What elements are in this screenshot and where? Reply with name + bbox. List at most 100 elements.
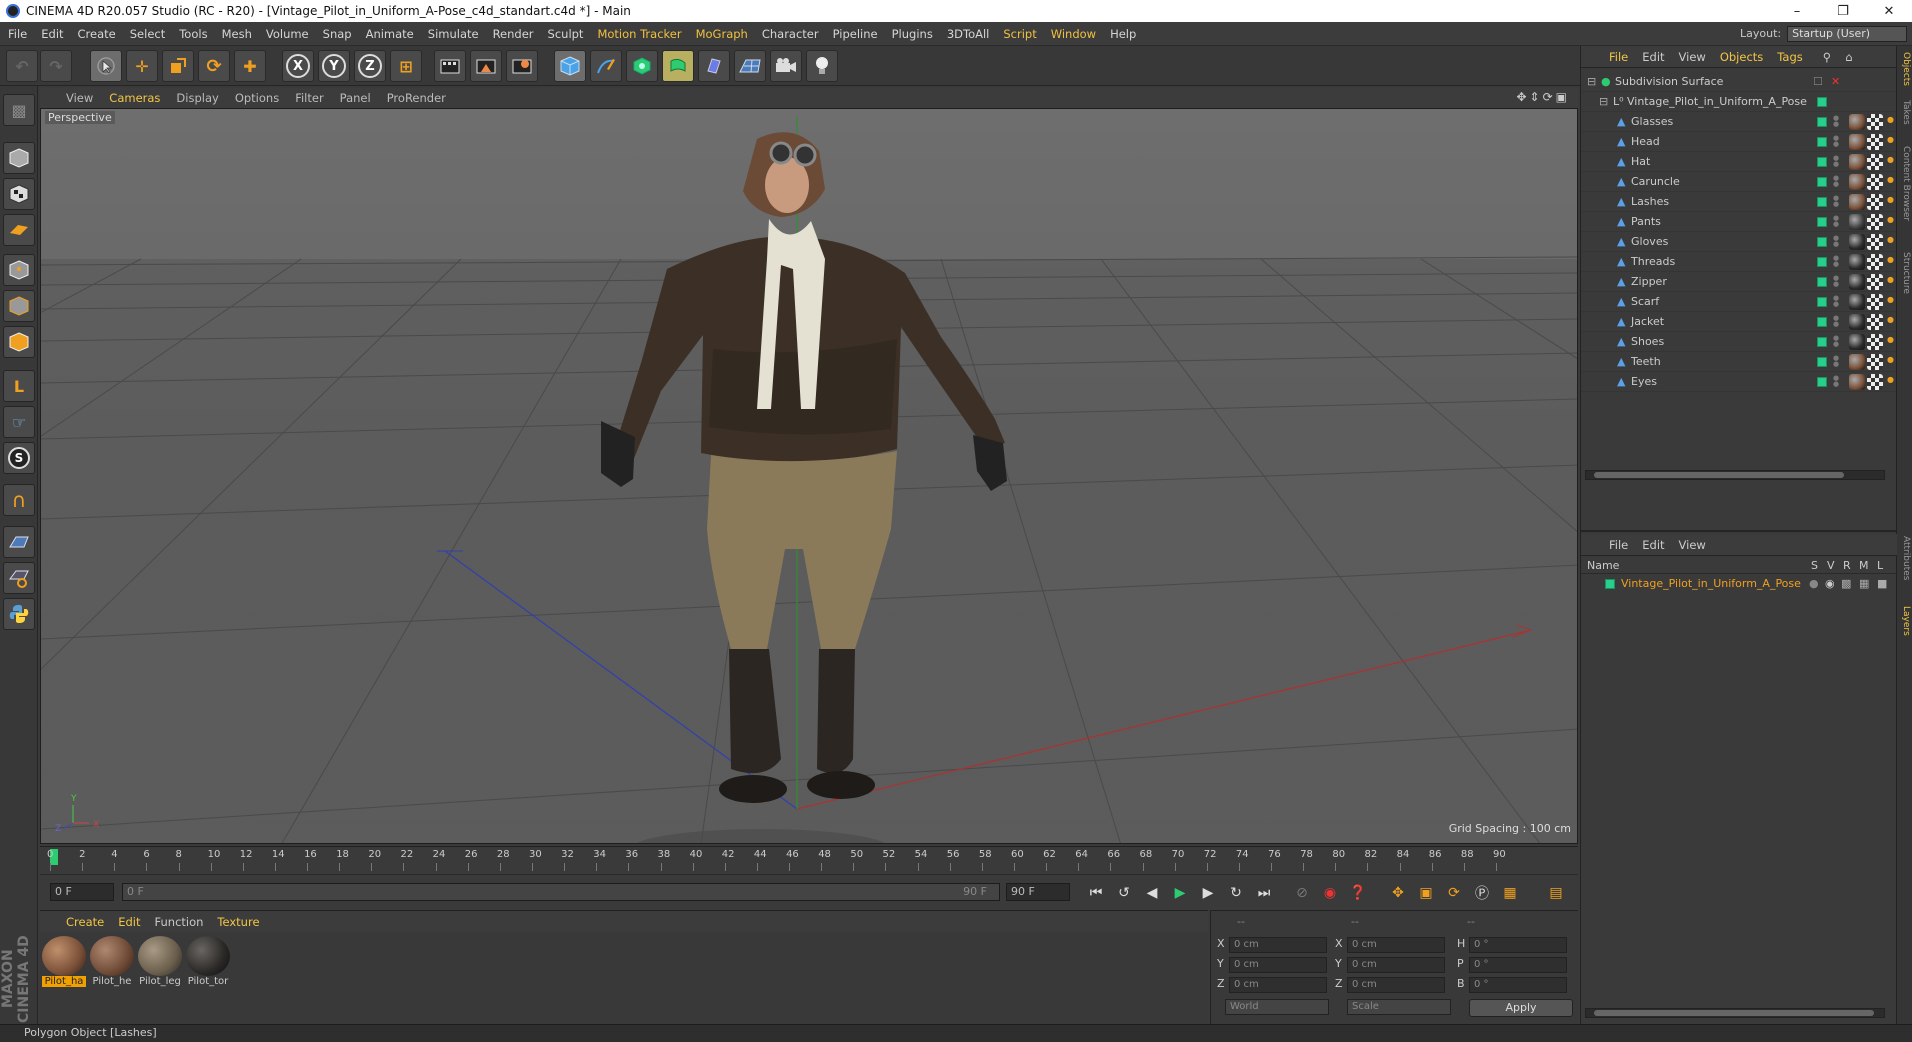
undo-icon[interactable]: ↶ xyxy=(6,50,38,82)
menu-pipeline[interactable]: Pipeline xyxy=(833,27,878,41)
menu-render[interactable]: Render xyxy=(493,27,534,41)
tab-content-browser[interactable]: Content Browser xyxy=(1899,146,1911,221)
object-row-parent[interactable]: ⊟ L⁰ Vintage_Pilot_in_Uniform_A_Pose xyxy=(1581,92,1897,112)
layers-menu-view[interactable]: View xyxy=(1679,538,1706,552)
solo-icon[interactable]: ● xyxy=(1809,577,1819,590)
size-x-field[interactable]: 0 cm xyxy=(1347,937,1445,953)
menu-motion-tracker[interactable]: Motion Tracker xyxy=(597,27,681,41)
material-swatch[interactable]: Pilot_tor xyxy=(186,936,230,992)
uvw-tag-icon[interactable] xyxy=(1867,294,1883,310)
render-to-picture-viewer-icon[interactable] xyxy=(470,50,502,82)
menu-tools[interactable]: Tools xyxy=(179,27,207,41)
uvw-tag-icon[interactable] xyxy=(1867,154,1883,170)
position-x-field[interactable]: 0 cm xyxy=(1229,937,1327,953)
model-mode-icon[interactable] xyxy=(3,142,35,174)
goto-end-icon[interactable]: ⏭ xyxy=(1252,881,1276,905)
material-swatch[interactable]: Pilot_leg xyxy=(138,936,182,992)
next-key-icon[interactable]: ↻ xyxy=(1224,881,1248,905)
material-menu-create[interactable]: Create xyxy=(66,915,104,929)
lock-icon[interactable]: ■ xyxy=(1877,577,1887,590)
minimize-icon[interactable]: – xyxy=(1774,4,1820,19)
uvw-tag-icon[interactable] xyxy=(1867,234,1883,250)
visibility-dots-icon[interactable]: ● ● xyxy=(1833,235,1839,248)
viewport-menu-cameras[interactable]: Cameras xyxy=(109,91,160,105)
object-row-gloves[interactable]: ▲ Gloves ● ● ● xyxy=(1581,232,1897,252)
layer-color-swatch[interactable] xyxy=(1817,257,1827,267)
material-menu-edit[interactable]: Edit xyxy=(118,915,140,929)
move-tool-icon[interactable]: ✛ xyxy=(126,50,158,82)
material-tag-icon[interactable] xyxy=(1849,294,1865,310)
visibility-dots-icon[interactable]: ● ● xyxy=(1833,135,1839,148)
make-editable-icon[interactable]: ▩ xyxy=(3,94,35,126)
render-settings-icon[interactable] xyxy=(506,50,538,82)
visibility-dots-icon[interactable]: ● ● xyxy=(1833,215,1839,228)
goto-start-icon[interactable]: ⏮ xyxy=(1084,881,1108,905)
visibility-dots-icon[interactable]: ● ● xyxy=(1833,375,1839,388)
polygons-mode-icon[interactable] xyxy=(3,326,35,358)
orbit-icon[interactable]: ⟳ xyxy=(1543,90,1556,104)
rotation-h-field[interactable]: 0 ° xyxy=(1469,937,1567,953)
snapping-icon[interactable]: S xyxy=(3,442,35,474)
object-row-subdivision-surface[interactable]: ⊟ ● Subdivision Surface ☐ ✕ xyxy=(1581,72,1897,92)
axis-mode-icon[interactable]: L xyxy=(3,370,35,402)
viewport-menu-prorender[interactable]: ProRender xyxy=(387,91,446,105)
viewport-menu-view[interactable]: View xyxy=(66,91,93,105)
visibility-dots-icon[interactable]: ● ● xyxy=(1833,155,1839,168)
tab-layers[interactable]: Layers xyxy=(1899,606,1911,636)
rotation-b-field[interactable]: 0 ° xyxy=(1469,977,1567,993)
layout-dropdown[interactable]: Startup (User) xyxy=(1787,25,1908,42)
coordinate-mode-dropdown[interactable]: World xyxy=(1225,999,1329,1015)
key-position-icon[interactable]: ✥ xyxy=(1386,881,1410,905)
tab-attributes[interactable]: Attributes xyxy=(1899,536,1911,580)
material-swatch[interactable]: Pilot_he xyxy=(90,936,134,992)
menu-animate[interactable]: Animate xyxy=(366,27,414,41)
pan-icon[interactable]: ✥ xyxy=(1516,90,1529,104)
keyframe-selection-icon[interactable]: ⊘ xyxy=(1290,881,1314,905)
search-icon[interactable]: ⚲ xyxy=(1823,50,1831,64)
uvw-tag-icon[interactable] xyxy=(1867,274,1883,290)
objects-menu-objects[interactable]: Objects xyxy=(1720,50,1763,64)
layer-color-swatch[interactable] xyxy=(1817,337,1827,347)
y-axis-lock-button[interactable]: Y xyxy=(318,50,350,82)
object-row-jacket[interactable]: ▲ Jacket ● ● ● xyxy=(1581,312,1897,332)
layer-color-swatch[interactable] xyxy=(1817,277,1827,287)
visibility-dots-icon[interactable]: ● ● xyxy=(1833,295,1839,308)
manager-icon[interactable]: ▦ xyxy=(1859,577,1869,590)
material-tag-icon[interactable] xyxy=(1849,354,1865,370)
cube-primitive-icon[interactable] xyxy=(554,50,586,82)
z-axis-lock-button[interactable]: Z xyxy=(354,50,386,82)
apply-button[interactable]: Apply xyxy=(1469,999,1573,1017)
material-tag-icon[interactable] xyxy=(1849,194,1865,210)
scale-tool-icon[interactable] xyxy=(162,50,194,82)
size-mode-dropdown[interactable]: Scale xyxy=(1347,999,1451,1015)
layer-color-swatch[interactable] xyxy=(1817,117,1827,127)
uvw-tag-icon[interactable] xyxy=(1867,174,1883,190)
start-frame-field[interactable]: 0 F xyxy=(50,883,114,901)
size-z-field[interactable]: 0 cm xyxy=(1347,977,1445,993)
object-row-hat[interactable]: ▲ Hat ● ● ● xyxy=(1581,152,1897,172)
object-row-pants[interactable]: ▲ Pants ● ● ● xyxy=(1581,212,1897,232)
grid-lock-icon[interactable] xyxy=(3,526,35,558)
object-row-teeth[interactable]: ▲ Teeth ● ● ● xyxy=(1581,352,1897,372)
material-tag-icon[interactable] xyxy=(1849,334,1865,350)
material-swatch[interactable]: Pilot_ha xyxy=(42,936,86,992)
layer-color-swatch[interactable] xyxy=(1817,317,1827,327)
menu-mesh[interactable]: Mesh xyxy=(222,27,252,41)
menu-volume[interactable]: Volume xyxy=(266,27,309,41)
next-frame-icon[interactable]: ▶ xyxy=(1196,881,1220,905)
size-y-field[interactable]: 0 cm xyxy=(1347,957,1445,973)
timeline-window-icon[interactable]: ▤ xyxy=(1544,881,1568,905)
viewport-menu-display[interactable]: Display xyxy=(176,91,218,105)
material-menu-texture[interactable]: Texture xyxy=(217,915,259,929)
uvw-tag-icon[interactable] xyxy=(1867,134,1883,150)
viewport-menu-panel[interactable]: Panel xyxy=(340,91,371,105)
home-icon[interactable]: ⌂ xyxy=(1845,50,1852,64)
menu-create[interactable]: Create xyxy=(78,27,116,41)
key-rotation-icon[interactable]: ⟳ xyxy=(1442,881,1466,905)
object-row-threads[interactable]: ▲ Threads ● ● ● xyxy=(1581,252,1897,272)
material-tag-icon[interactable] xyxy=(1849,234,1865,250)
tweak-mode-icon[interactable]: ☞ xyxy=(3,406,35,438)
menu-3dtoall[interactable]: 3DToAll xyxy=(947,27,990,41)
uvw-tag-icon[interactable] xyxy=(1867,194,1883,210)
uvw-tag-icon[interactable] xyxy=(1867,254,1883,270)
